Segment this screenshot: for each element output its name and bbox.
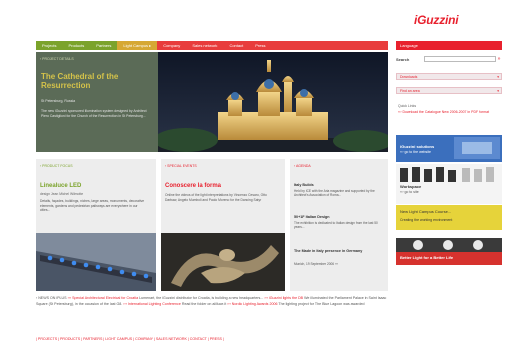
better-light-caption: Better Light for a Better Life bbox=[400, 255, 454, 260]
chevron-down-icon: ▾ bbox=[497, 75, 499, 79]
iguzzini-solutions-banner[interactable]: iGuzzini solutions ››› go to the website bbox=[396, 135, 502, 162]
hero-tag: › PROJECT DETAILS bbox=[40, 57, 74, 61]
event-description: Online the videos of the light interpret… bbox=[165, 193, 267, 202]
news-ticker: › NEWS ON iPLUS ››› Special Architectura… bbox=[36, 296, 388, 307]
nav-filler bbox=[271, 41, 388, 50]
quick-links-title: Quick Links bbox=[398, 104, 417, 108]
agenda-item-title[interactable]: Italy Builds bbox=[294, 183, 314, 187]
workspace-caption: Workspace bbox=[400, 184, 422, 189]
hero-title[interactable]: The Cathedral of the Resurrection bbox=[41, 72, 153, 90]
workspace-banner[interactable]: Workspace ››› go to site bbox=[396, 164, 502, 204]
linealuce-led-photo bbox=[36, 233, 156, 291]
quick-links: Quick Links ››› Download the Catalogue N… bbox=[398, 104, 498, 115]
news-label: › NEWS ON iPLUS bbox=[36, 296, 67, 300]
area-label: Find an area bbox=[400, 89, 420, 93]
downloads-label: Downloads bbox=[400, 75, 418, 79]
news-text: The lighting project for The Blue Lagoon… bbox=[278, 301, 365, 306]
nav-sales-network[interactable]: Sales network bbox=[186, 41, 224, 50]
main-navigation: Projects Products Partners Light Campus … bbox=[36, 41, 388, 50]
special-events-card[interactable]: › SPECIAL EVENTS Conoscere la forma Onli… bbox=[161, 159, 285, 291]
news-link[interactable]: ››› Special Architectural Electrical for… bbox=[68, 296, 139, 300]
better-light-banner[interactable]: Better Light for a Better Life bbox=[396, 238, 502, 265]
news-link[interactable]: ››› iGuzzini lights the DB bbox=[264, 296, 303, 300]
news-link[interactable]: ››› Nordic Lighting Awards 2006 bbox=[227, 302, 277, 306]
nav-press[interactable]: Press bbox=[249, 41, 272, 50]
search-input[interactable] bbox=[424, 56, 496, 62]
light-campus-caption: New Light Campus Course... bbox=[400, 209, 452, 214]
product-designer: design Jean Michel Wilmotte bbox=[40, 192, 84, 196]
news-link[interactable]: ››› International Lighting Conference bbox=[123, 302, 181, 306]
area-dropdown[interactable]: Find an area ▾ bbox=[396, 87, 502, 94]
nav-partners[interactable]: Partners bbox=[90, 41, 117, 50]
news-text: Read the folder on aiilluce.it bbox=[181, 301, 227, 306]
nav-light-campus[interactable]: Light Campus ▸ bbox=[117, 41, 158, 50]
dancing-satyr-photo bbox=[161, 233, 285, 291]
event-title[interactable]: Conoscere la forma bbox=[165, 183, 221, 189]
news-text: Lumenart, the iGuzzini distributor for C… bbox=[139, 296, 264, 300]
chevron-down-icon: ▾ bbox=[497, 89, 499, 93]
workspace-link[interactable]: ››› go to site bbox=[400, 190, 419, 194]
agenda-card: › AGENDA Italy Builds Held by ICE with t… bbox=[290, 159, 388, 291]
downloads-dropdown[interactable]: Downloads ▾ bbox=[396, 73, 502, 80]
solutions-caption: iGuzzini solutions bbox=[400, 144, 435, 149]
agenda-item-text: Held by ICE with the Aria magazine and s… bbox=[294, 189, 375, 198]
better-light-image bbox=[396, 238, 502, 252]
agenda-item-title[interactable]: The Made in Italy presence in Germany bbox=[294, 249, 382, 253]
search-go-icon[interactable]: » bbox=[496, 56, 502, 62]
product-focus-card[interactable]: › PRODUCT FOCUS Linealuce LED design Jea… bbox=[36, 159, 156, 291]
agenda-tag: › AGENDA bbox=[294, 164, 311, 168]
catalogue-download-link[interactable]: ››› Download the Catalogue New 2006-2007… bbox=[398, 110, 498, 115]
product-description: Details, façades, buildings, niches, lar… bbox=[40, 199, 145, 212]
product-title[interactable]: Linealuce LED bbox=[40, 183, 81, 189]
nav-products[interactable]: Products bbox=[62, 41, 90, 50]
agenda-item-text: Munich, 19 September 2006 ››› bbox=[294, 262, 339, 266]
footer-navigation[interactable]: | PROJECTS | PRODUCTS | PARTNERS | LIGHT… bbox=[36, 337, 388, 341]
solutions-link[interactable]: ››› go to the website bbox=[400, 150, 431, 154]
cathedral-night-photo bbox=[158, 52, 388, 152]
light-campus-course-banner[interactable]: New Light Campus Course... Creating the … bbox=[396, 205, 502, 230]
hero-text-panel: › PROJECT DETAILS The Cathedral of the R… bbox=[36, 52, 158, 152]
hero-location: St Petersburg, Russia bbox=[41, 99, 76, 103]
hero-feature[interactable]: › PROJECT DETAILS The Cathedral of the R… bbox=[36, 52, 388, 152]
search-label: Search bbox=[396, 56, 410, 62]
hero-description: The new iGuzzini sponsored illumination … bbox=[41, 109, 147, 118]
nav-contact[interactable]: Contact bbox=[223, 41, 250, 50]
agenda-item-text: The exhibition is dedicated to Italian d… bbox=[294, 221, 378, 230]
nav-projects[interactable]: Projects bbox=[36, 41, 62, 50]
agenda-item-title[interactable]: 50+1F Italian Design bbox=[294, 215, 330, 219]
language-selector[interactable]: Language bbox=[396, 41, 502, 50]
light-campus-subtitle: Creating the working environment bbox=[400, 218, 453, 222]
search-bar: Search » bbox=[396, 54, 502, 64]
workspace-figures-image bbox=[400, 167, 494, 182]
special-events-tag: › SPECIAL EVENTS bbox=[165, 164, 197, 168]
product-focus-tag: › PRODUCT FOCUS bbox=[40, 164, 73, 168]
iguzzini-logo[interactable]: iGuzzini bbox=[414, 13, 480, 27]
nav-company[interactable]: Company bbox=[157, 41, 187, 50]
